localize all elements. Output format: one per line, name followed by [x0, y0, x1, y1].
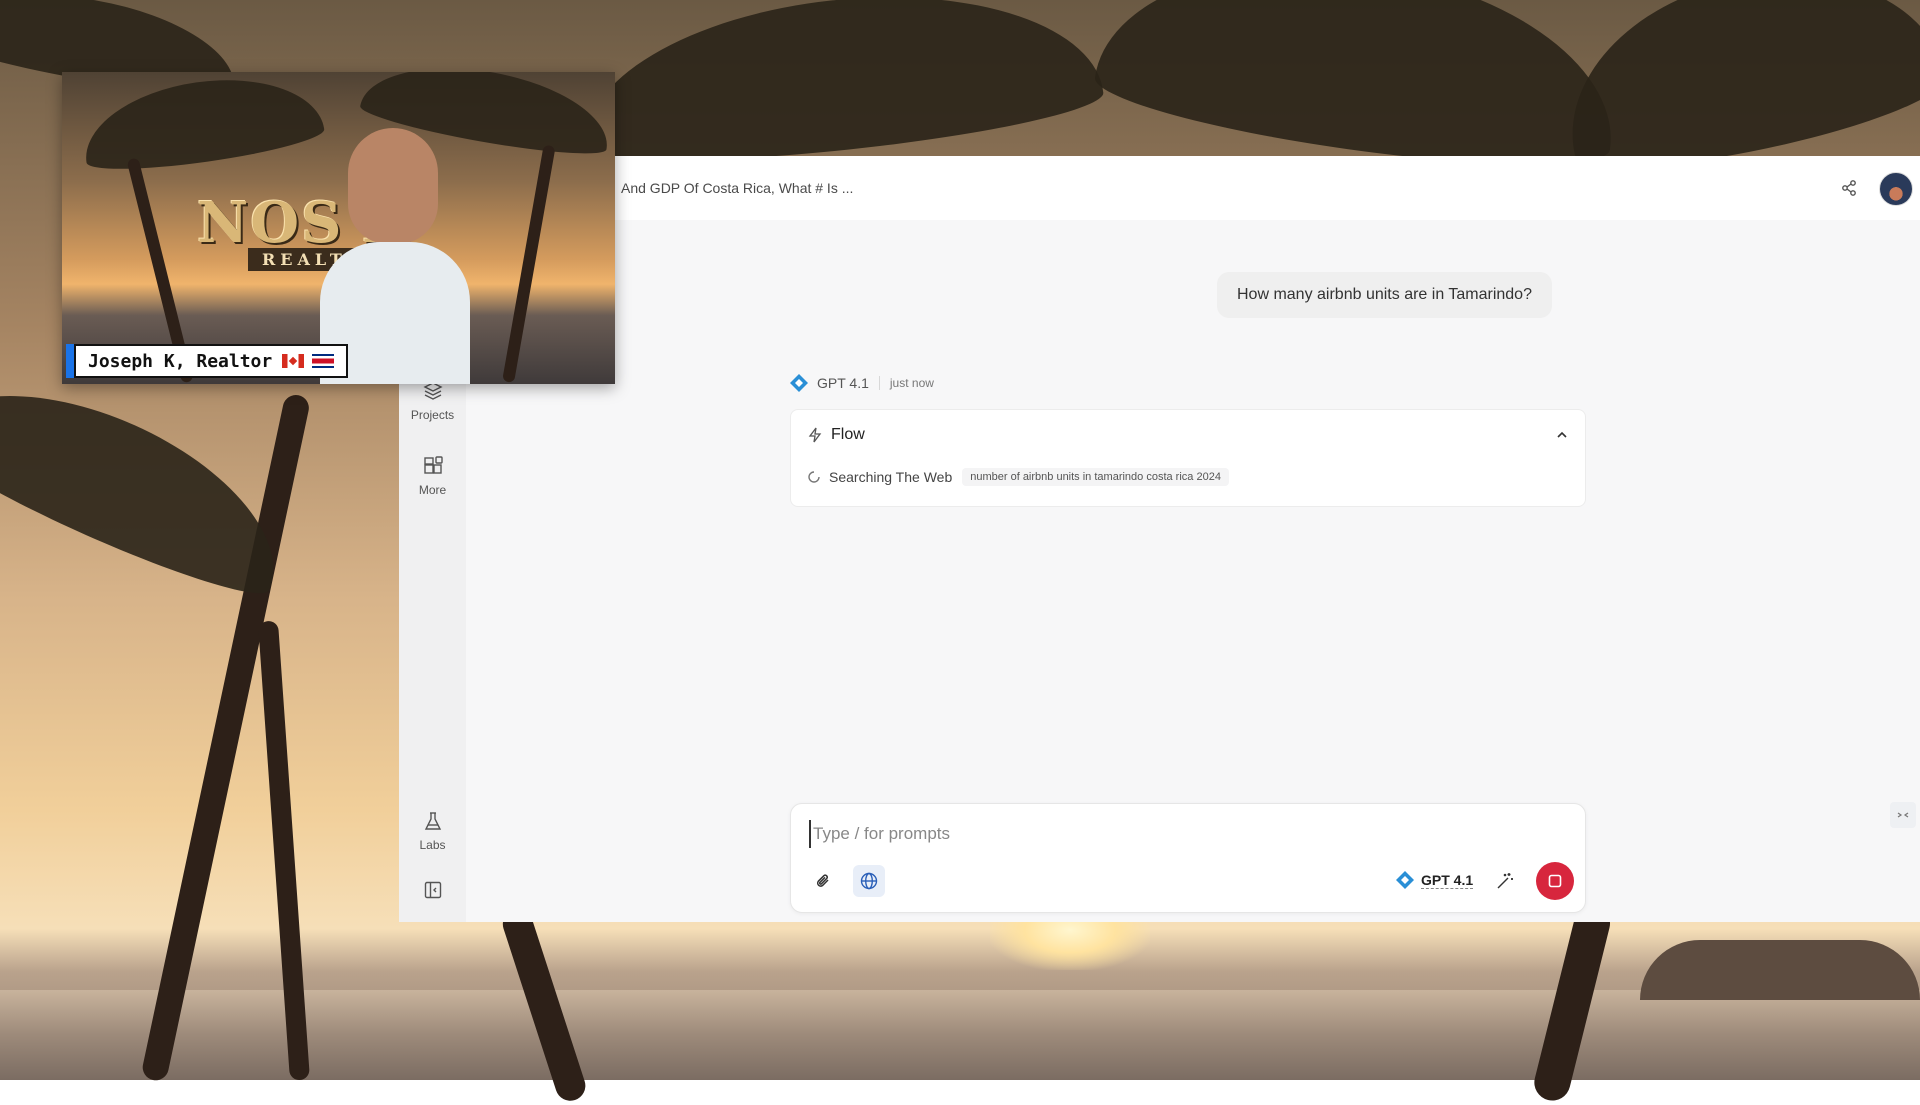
divider	[878, 376, 880, 390]
name-tag-box: Joseph K, Realtor	[74, 344, 349, 378]
side-panel-toggle[interactable]	[1890, 802, 1916, 828]
web-search-toggle[interactable]	[853, 865, 885, 897]
name-tag-accent	[66, 344, 74, 378]
hill	[1640, 940, 1920, 1000]
enhance-prompt-button[interactable]	[1489, 865, 1521, 897]
webcam-overlay: NOS A REALTY Joseph K, Realtor	[62, 72, 615, 384]
model-selector-label: GPT 4.1	[1421, 871, 1474, 889]
flow-step-label: Searching The Web	[829, 469, 953, 485]
user-message: How many airbnb units are in Tamarindo?	[1217, 272, 1552, 318]
sidebar-item-label: Projects	[410, 408, 455, 422]
palm-frond	[573, 0, 1107, 177]
sidebar-collapse-button[interactable]	[399, 880, 466, 900]
model-diamond-icon	[790, 374, 808, 392]
model-selector[interactable]: GPT 4.1	[1395, 870, 1474, 890]
prompt-input[interactable]	[809, 820, 1555, 848]
canada-flag-icon	[282, 354, 305, 368]
model-diamond-icon	[1396, 871, 1414, 889]
conversation-title[interactable]: And GDP Of Costa Rica, What # Is ...	[621, 180, 853, 196]
presenter-head	[348, 128, 438, 244]
palm-trunk	[502, 144, 556, 384]
share-icon[interactable]	[1839, 178, 1859, 198]
flow-title: Flow	[831, 426, 865, 443]
sidebar-item-projects[interactable]: Projects	[399, 380, 466, 422]
palm-frond	[0, 347, 308, 613]
globe-icon	[860, 872, 878, 890]
stop-generation-button[interactable]	[1536, 862, 1574, 900]
attach-button[interactable]	[807, 865, 839, 897]
sidebar-item-label: More	[418, 483, 447, 497]
costa-rica-flag-icon	[312, 354, 335, 368]
flask-icon	[424, 812, 441, 830]
grid-plus-icon	[423, 456, 443, 474]
loading-spinner-icon	[808, 471, 820, 483]
presenter-name-tag: Joseph K, Realtor	[66, 344, 349, 378]
sidebar-item-labs[interactable]: Labs	[399, 810, 466, 852]
collapse-arrows-icon	[1897, 812, 1909, 818]
flow-panel: Flow Searching The Web number of airbnb …	[790, 409, 1586, 507]
assistant-message-header: GPT 4.1 just now	[789, 373, 934, 393]
user-avatar[interactable]	[1879, 172, 1913, 206]
flow-header[interactable]: Flow	[807, 426, 865, 444]
message-composer: GPT 4.1	[790, 803, 1586, 913]
palm-frond	[77, 72, 327, 179]
top-bar: And GDP Of Costa Rica, What # Is ...	[399, 156, 1920, 220]
sidebar-collapse-icon	[424, 881, 441, 899]
sidebar-item-label: Labs	[419, 838, 446, 852]
presenter-name: Joseph K, Realtor	[88, 350, 273, 372]
assistant-model-name: GPT 4.1	[817, 375, 869, 391]
message-timestamp: just now	[889, 376, 934, 390]
search-query-chip: number of airbnb units in tamarindo cost…	[962, 468, 1229, 486]
lightning-icon	[808, 427, 822, 443]
flow-step: Searching The Web number of airbnb units…	[807, 468, 1229, 486]
chat-app-window: And GDP Of Costa Rica, What # Is ... Pro…	[399, 156, 1920, 922]
sidebar-item-more[interactable]: More	[399, 455, 466, 497]
chevron-up-icon[interactable]	[1555, 428, 1569, 447]
paperclip-icon	[816, 874, 829, 887]
stop-icon	[1548, 874, 1562, 888]
magic-wand-icon	[1497, 873, 1513, 889]
